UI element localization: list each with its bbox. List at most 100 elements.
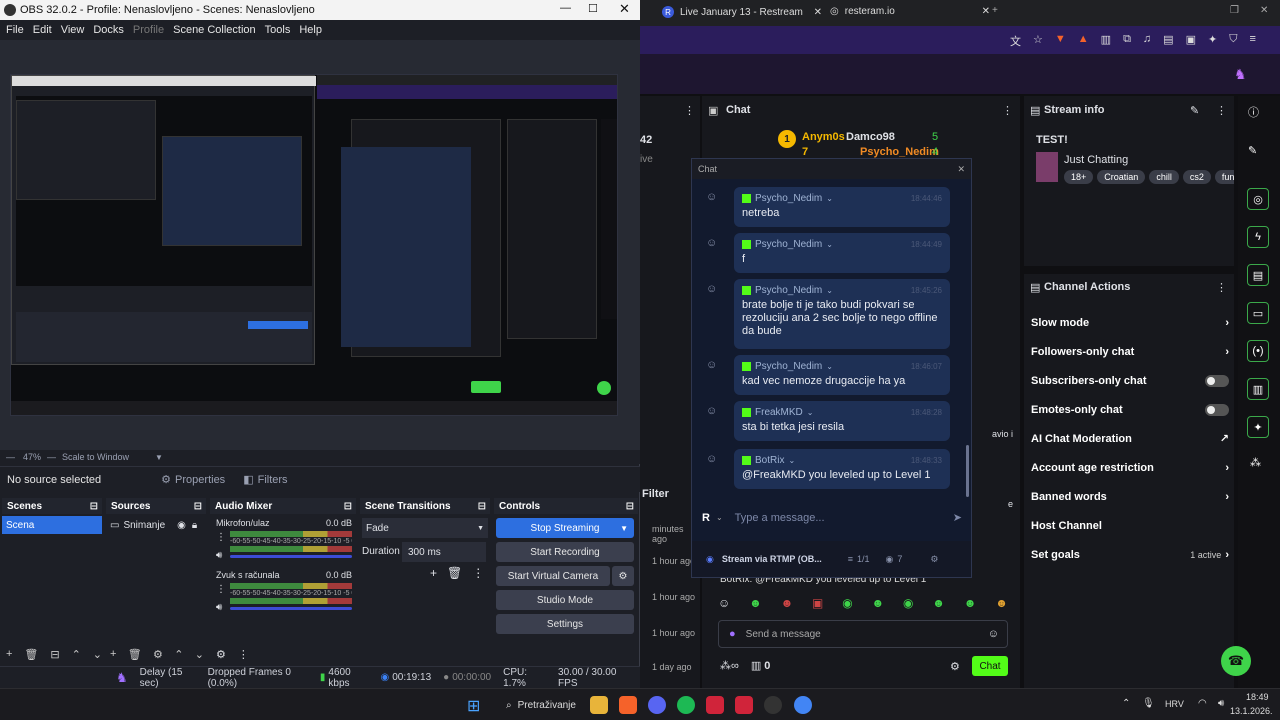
- app-red-icon[interactable]: [706, 696, 724, 714]
- reader-icon[interactable]: ▤: [1163, 33, 1173, 49]
- file-explorer-icon[interactable]: [590, 696, 608, 714]
- virtual-camera-settings-button[interactable]: ⚙: [612, 566, 634, 586]
- add-icon[interactable]: +: [110, 648, 116, 661]
- emote-icon[interactable]: ☻: [872, 596, 885, 610]
- preview-area[interactable]: [0, 40, 640, 450]
- support-button[interactable]: ☎: [1221, 646, 1251, 676]
- source-item[interactable]: ▭ Snimanje ◉ 🔒︎: [106, 516, 206, 534]
- kebab-menu-icon[interactable]: ⋮: [238, 648, 249, 661]
- chevron-down-icon[interactable]: ⌄: [93, 648, 102, 661]
- duration-spinbox[interactable]: 300 ms: [402, 542, 486, 562]
- emoji-icon[interactable]: ☺: [988, 628, 999, 640]
- wrench-icon[interactable]: ✦: [1247, 416, 1269, 438]
- filter-icon[interactable]: ⊟: [50, 648, 59, 661]
- speaker-icon[interactable]: 🔊︎: [216, 550, 222, 561]
- popup-input[interactable]: R ⌄ Type a message... ➤: [702, 511, 962, 525]
- maximize-icon[interactable]: ☐: [588, 2, 598, 15]
- send-message-input[interactable]: ● Send a message ☺: [718, 620, 1008, 648]
- gear-icon[interactable]: ⚙: [950, 660, 960, 673]
- extension-icon[interactable]: ⧉: [1123, 33, 1131, 49]
- add-icon[interactable]: +: [430, 566, 437, 580]
- volume-slider[interactable]: [230, 607, 352, 610]
- studio-mode-button[interactable]: Studio Mode: [496, 590, 634, 610]
- document-icon[interactable]: ▤: [1247, 264, 1269, 286]
- tab-restream[interactable]: R Live January 13 - Restream ✕: [662, 6, 822, 18]
- menu-edit[interactable]: Edit: [33, 24, 52, 36]
- info-icon[interactable]: ⓘ: [1248, 104, 1259, 120]
- edit-icon[interactable]: ✎: [1190, 104, 1199, 117]
- action-account-age[interactable]: Account age restriction ›: [1031, 453, 1229, 482]
- message-username[interactable]: Psycho_Nedim: [755, 193, 822, 204]
- dock-icon[interactable]: ⊟: [90, 501, 98, 512]
- menu-icon[interactable]: ≡: [1249, 33, 1255, 49]
- shield-icon[interactable]: ⛉: [1229, 33, 1237, 49]
- points-icon[interactable]: ⁂∞: [720, 659, 739, 672]
- menu-profile[interactable]: Profile: [133, 24, 164, 36]
- close-window-icon[interactable]: ✕: [1260, 5, 1268, 16]
- volume-icon[interactable]: 🔊︎: [1218, 698, 1224, 709]
- emote-icon[interactable]: ☻: [749, 596, 762, 610]
- action-set-goals[interactable]: Set goals 1 active ›: [1031, 540, 1229, 569]
- emote-icon[interactable]: ☻: [781, 596, 794, 610]
- emotes-only-toggle[interactable]: [1205, 403, 1229, 416]
- menu-docks[interactable]: Docks: [93, 24, 124, 36]
- obs-taskbar-icon[interactable]: [764, 696, 782, 714]
- avatar[interactable]: ♞: [1234, 66, 1247, 83]
- volume-slider[interactable]: [230, 555, 352, 558]
- message-username[interactable]: Psycho_Nedim: [755, 361, 822, 372]
- star-icon[interactable]: ☆: [1033, 33, 1043, 49]
- gift-icon[interactable]: ▥ 0: [751, 659, 771, 672]
- close-icon[interactable]: ✕: [619, 1, 630, 17]
- microphone-icon[interactable]: ●: [729, 628, 736, 640]
- kebab-menu-icon[interactable]: ⋮: [216, 584, 226, 595]
- zoom-mode-select[interactable]: Scale to Window: [62, 452, 129, 462]
- sidebar-icon[interactable]: ▥: [1101, 33, 1111, 49]
- brave-rewards-icon[interactable]: ▲: [1078, 33, 1089, 49]
- eye-icon[interactable]: ◉: [177, 520, 186, 531]
- bolt-icon[interactable]: ϟ: [1247, 226, 1269, 248]
- speaker-icon[interactable]: 🔊︎: [216, 602, 222, 613]
- chevron-up-icon[interactable]: ⌃: [72, 648, 81, 661]
- message-username[interactable]: FreakMKD: [755, 407, 803, 418]
- app-red-icon-2[interactable]: [735, 696, 753, 714]
- preview-canvas[interactable]: [10, 74, 618, 416]
- brave-icon[interactable]: [619, 696, 637, 714]
- kebab-menu-icon[interactable]: ⋮: [472, 566, 484, 580]
- chat-send-button[interactable]: Chat: [972, 656, 1008, 676]
- lock-icon[interactable]: 🔒︎: [192, 520, 197, 531]
- menu-help[interactable]: Help: [299, 24, 322, 36]
- windows-start-icon[interactable]: ⊞: [467, 696, 485, 715]
- dock-icon[interactable]: ⊟: [478, 501, 486, 512]
- dock-icon[interactable]: ⊟: [344, 501, 352, 512]
- message-username[interactable]: Psycho_Nedim: [755, 239, 822, 250]
- kebab-menu-icon[interactable]: ⋮: [1216, 104, 1227, 117]
- subscribers-only-toggle[interactable]: [1205, 374, 1229, 387]
- layout-icon[interactable]: ▥: [1247, 378, 1269, 400]
- clock-time[interactable]: 18:49: [1246, 692, 1269, 702]
- action-ai-moderation[interactable]: AI Chat Moderation ↗: [1031, 424, 1229, 453]
- menu-file[interactable]: File: [6, 24, 24, 36]
- chevron-down-icon[interactable]: ⌄: [807, 408, 814, 417]
- emote-icon[interactable]: ☻: [964, 596, 977, 610]
- close-icon[interactable]: ✕: [814, 7, 822, 18]
- close-icon[interactable]: ✕: [957, 164, 965, 175]
- minimize-icon[interactable]: —: [560, 2, 571, 14]
- microphone-icon[interactable]: 🎙︎: [1142, 698, 1155, 709]
- action-slow-mode[interactable]: Slow mode ›: [1031, 308, 1229, 337]
- start-virtual-camera-button[interactable]: Start Virtual Camera: [496, 566, 610, 586]
- gear-icon[interactable]: ⚙: [216, 648, 226, 661]
- dock-icon[interactable]: ⊟: [626, 501, 634, 512]
- taskbar-search[interactable]: ⌕ Pretraživanje: [496, 695, 582, 715]
- action-host-channel[interactable]: Host Channel: [1031, 511, 1229, 540]
- menu-scene-collection[interactable]: Scene Collection: [173, 24, 256, 36]
- discord-icon[interactable]: [648, 696, 666, 714]
- emote-icon[interactable]: ☻: [932, 596, 945, 610]
- filters-button[interactable]: ◧ Filters: [243, 473, 287, 487]
- trash-icon[interactable]: 🗑: [128, 648, 142, 661]
- pencil-icon[interactable]: ✎: [1248, 144, 1257, 157]
- dock-icon[interactable]: ⊟: [194, 501, 202, 512]
- trash-icon[interactable]: 🗑: [447, 566, 462, 580]
- wallet-icon[interactable]: ▣: [1186, 33, 1196, 49]
- clock-date[interactable]: 13.1.2026.: [1230, 706, 1273, 716]
- kebab-menu-icon[interactable]: ⋮: [1216, 281, 1227, 294]
